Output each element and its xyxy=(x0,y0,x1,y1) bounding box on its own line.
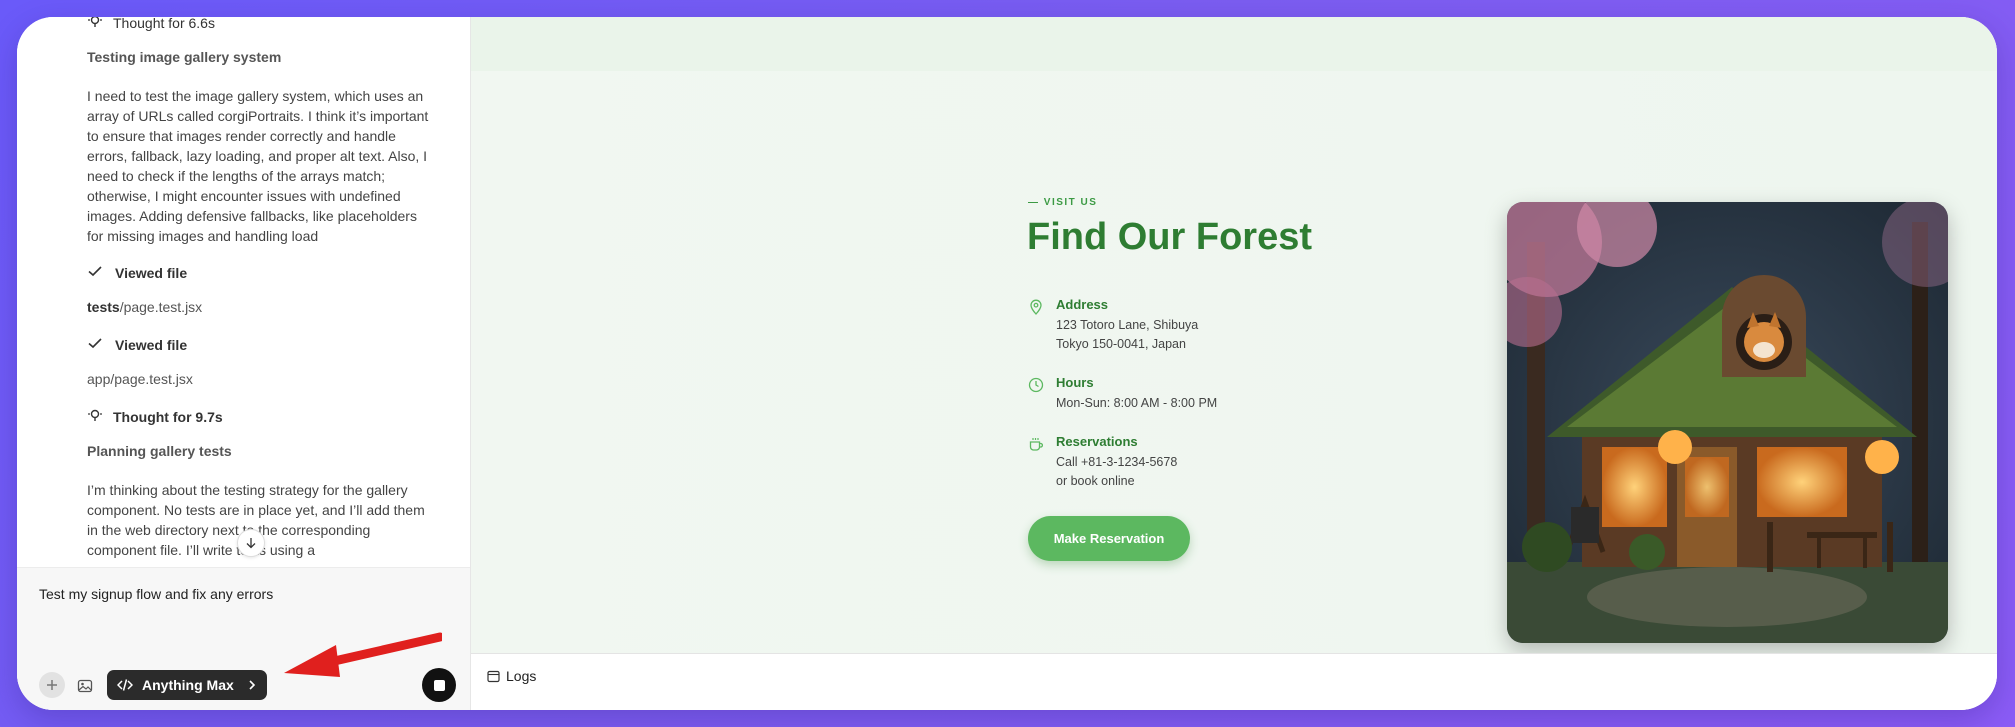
lightbulb-icon xyxy=(87,407,103,426)
lightbulb-icon xyxy=(87,17,103,32)
scroll-down-button[interactable] xyxy=(237,529,265,557)
address-label: Address xyxy=(1056,297,1109,312)
prompt-input[interactable]: Test my signup flow and fix any errors xyxy=(39,586,273,602)
reasoning-text: I need to test the image gallery system,… xyxy=(87,88,429,244)
model-label: Anything Max xyxy=(142,677,234,693)
reservations-line: Call +81-3-1234-5678 xyxy=(1056,455,1178,469)
thought-duration: Thought for 9.7s xyxy=(113,408,223,425)
arrow-down-icon xyxy=(246,538,256,549)
make-reservation-button[interactable]: Make Reservation xyxy=(1028,516,1190,561)
hours-value: Mon-Sun: 8:00 AM - 8:00 PM xyxy=(1056,396,1218,410)
check-icon xyxy=(87,335,103,354)
map-pin-icon xyxy=(1030,299,1042,315)
hours-label: Hours xyxy=(1056,375,1094,390)
reservations-value: Call +81-3-1234-5678 or book online xyxy=(1056,453,1177,491)
address-value: 123 Totoro Lane, Shibuya Tokyo 150-0041,… xyxy=(1056,316,1198,354)
forest-house-image xyxy=(1507,202,1948,643)
clock-icon xyxy=(1028,377,1044,393)
viewed-file-label: Viewed file xyxy=(115,264,188,281)
model-selector-button[interactable]: Anything Max xyxy=(107,670,267,700)
preview-panel: — VISIT US Find Our Forest Address 123 T… xyxy=(471,17,1997,710)
section-eyebrow: — VISIT US xyxy=(1028,197,1098,208)
chat-transcript[interactable]: Thought for 6.6s Testing image gallery s… xyxy=(17,17,470,567)
reservations-label: Reservations xyxy=(1056,434,1138,449)
coffee-cup-icon xyxy=(1029,438,1043,451)
preview-header-band xyxy=(471,17,1997,72)
chevron-right-icon xyxy=(249,680,256,690)
add-attachment-button[interactable] xyxy=(39,672,65,698)
logs-bar: Logs xyxy=(471,653,1997,710)
file-path-file: /page.test.jsx xyxy=(119,299,203,315)
terminal-icon xyxy=(487,670,500,682)
thought-row-2[interactable]: Thought for 9.7s xyxy=(87,407,223,426)
code-icon xyxy=(117,679,133,691)
plus-icon xyxy=(47,680,57,690)
file-path[interactable]: tests/page.test.jsx xyxy=(87,299,202,315)
viewed-file-label: Viewed file xyxy=(115,336,188,353)
file-path-dir: tests xyxy=(87,299,120,315)
address-line: Tokyo 150-0041, Japan xyxy=(1056,337,1186,351)
chat-panel: Thought for 6.6s Testing image gallery s… xyxy=(17,17,471,710)
reasoning-heading: Planning gallery tests xyxy=(87,443,232,459)
logs-label: Logs xyxy=(506,668,537,684)
thought-row-1[interactable]: Thought for 6.6s xyxy=(87,17,215,32)
image-icon xyxy=(77,679,93,693)
add-image-button[interactable] xyxy=(75,676,95,696)
section-title: Find Our Forest xyxy=(1027,216,1312,258)
annotation-arrow-icon xyxy=(284,632,442,677)
visit-section: — VISIT US Find Our Forest Address 123 T… xyxy=(471,71,1997,653)
file-path[interactable]: app/page.test.jsx xyxy=(87,371,193,387)
viewed-file-row[interactable]: Viewed file xyxy=(87,263,187,282)
reasoning-heading: Testing image gallery system xyxy=(87,49,282,65)
logs-button[interactable]: Logs xyxy=(487,668,536,684)
address-line: 123 Totoro Lane, Shibuya xyxy=(1056,318,1199,332)
app-window: Thought for 6.6s Testing image gallery s… xyxy=(17,17,1997,710)
viewed-file-row[interactable]: Viewed file xyxy=(87,335,187,354)
reservations-line: or book online xyxy=(1056,474,1135,488)
thought-duration: Thought for 6.6s xyxy=(113,17,215,31)
check-icon xyxy=(87,263,103,282)
